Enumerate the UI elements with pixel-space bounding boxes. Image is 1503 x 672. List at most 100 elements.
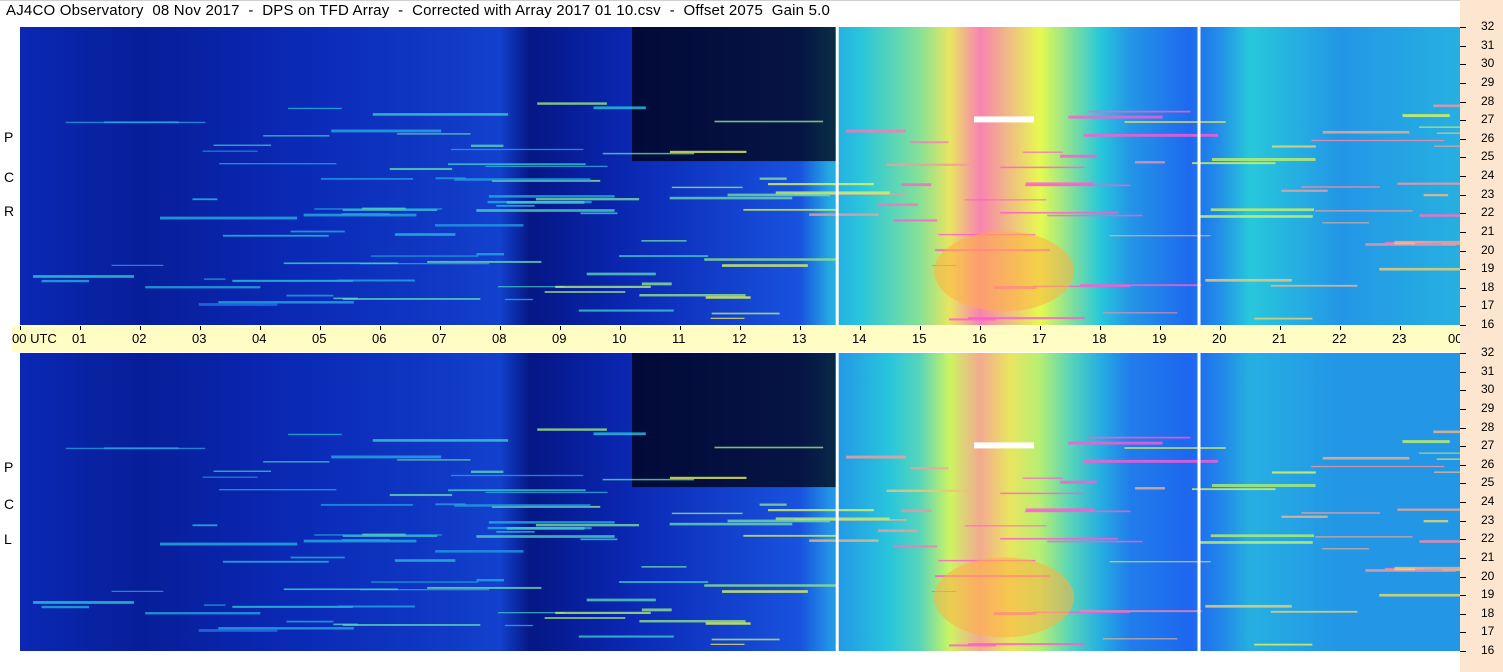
interference-line (476, 252, 505, 256)
x-tick-label: 04 (252, 331, 267, 346)
interference-line (1022, 477, 1063, 479)
interference-line (1088, 436, 1191, 439)
interference-line (1102, 638, 1178, 640)
interference-line (711, 312, 780, 315)
interference-line (1315, 536, 1413, 538)
interference-line (331, 455, 442, 459)
x-tick-mark (860, 326, 861, 330)
interference-line (910, 141, 949, 144)
interference-line (488, 195, 615, 198)
y-tick-mark (1460, 27, 1466, 28)
y-tick-label: 21 (1481, 549, 1495, 564)
y-tick-mark (1460, 325, 1466, 326)
x-tick-mark (500, 326, 501, 330)
y-tick-mark (1460, 520, 1466, 522)
interference-line (111, 264, 164, 266)
interference-line (451, 148, 584, 151)
y-tick-label: 20 (1481, 568, 1495, 583)
x-tick-mark (1100, 326, 1101, 330)
interference-line (213, 144, 272, 146)
interference-line (454, 178, 591, 181)
interference-line (1109, 561, 1211, 563)
interference-line (1025, 508, 1095, 512)
interference-line (535, 523, 640, 527)
y-tick-mark (1460, 138, 1466, 140)
interference-line (1199, 541, 1313, 544)
interference-line (602, 152, 695, 155)
interference-line (1301, 186, 1380, 188)
interference-line (372, 113, 509, 116)
interference-line (219, 163, 337, 165)
interference-line (488, 521, 615, 524)
interference-line (1000, 166, 1085, 169)
interference-line (1109, 235, 1211, 237)
interference-line (1397, 508, 1460, 511)
interference-line (263, 461, 330, 463)
y-tick-mark (1460, 64, 1466, 66)
bottom-panel-letter: P (4, 459, 14, 475)
interference-line (910, 467, 949, 470)
interference-line (111, 590, 164, 592)
interference-line (1000, 537, 1119, 540)
interference-line (213, 470, 272, 472)
interference-line (506, 201, 585, 204)
y-tick-label: 30 (1481, 56, 1495, 71)
interference-line (619, 255, 709, 257)
interference-line (711, 638, 780, 641)
interference-line (485, 491, 608, 494)
x-tick-mark (1160, 326, 1161, 330)
interference-line (397, 133, 471, 135)
lcp-spectrogram-svg (20, 353, 1460, 651)
y-tick-label: 18 (1481, 605, 1495, 620)
y-tick-mark (1460, 390, 1466, 392)
interference-line (397, 459, 471, 461)
interference-line (427, 586, 542, 589)
interference-line (219, 489, 337, 491)
interference-line (202, 476, 258, 478)
time-marker-line (1197, 353, 1201, 651)
interference-line (454, 504, 591, 507)
interference-line (1436, 132, 1460, 134)
interference-line (1402, 114, 1450, 118)
interference-line (371, 255, 479, 257)
interference-line (331, 129, 442, 133)
x-tick-label: 14 (852, 331, 867, 346)
interference-line (714, 446, 824, 449)
interference-line (1311, 465, 1445, 468)
interference-line (222, 234, 329, 237)
interference-line (1379, 593, 1460, 597)
y-tick-mark (1460, 483, 1466, 485)
y-tick-mark (1460, 194, 1466, 196)
interference-line (809, 539, 879, 542)
y-tick-label: 28 (1481, 93, 1495, 108)
y-tick-label: 32 (1481, 345, 1495, 359)
y-tick-label: 26 (1481, 456, 1495, 471)
interference-line (1433, 145, 1460, 147)
interference-line (580, 212, 618, 215)
y-tick-mark (1460, 82, 1466, 84)
interference-line (1000, 211, 1119, 214)
y-tick-mark (1460, 353, 1466, 354)
y-tick-label: 20 (1481, 242, 1495, 257)
interference-line (41, 605, 90, 609)
interference-line (498, 286, 565, 288)
interference-line (222, 560, 329, 563)
interference-line (1315, 210, 1413, 212)
interference-line (504, 298, 533, 301)
interference-line (476, 535, 615, 538)
interference-line (496, 204, 535, 207)
x-tick-mark (1280, 326, 1281, 330)
interference-line (1060, 154, 1097, 158)
interference-line (232, 279, 353, 282)
interference-line (619, 581, 709, 583)
interference-line (705, 622, 751, 625)
y-tick-label: 25 (1481, 475, 1495, 490)
x-tick-mark (800, 326, 801, 330)
interference-line (846, 129, 906, 133)
interference-line (846, 455, 906, 459)
rcp-spectrogram-svg (20, 27, 1460, 325)
interference-line (485, 165, 608, 168)
x-tick-label: 06 (372, 331, 387, 346)
y-tick-mark (1460, 306, 1466, 308)
interference-line (283, 262, 398, 265)
